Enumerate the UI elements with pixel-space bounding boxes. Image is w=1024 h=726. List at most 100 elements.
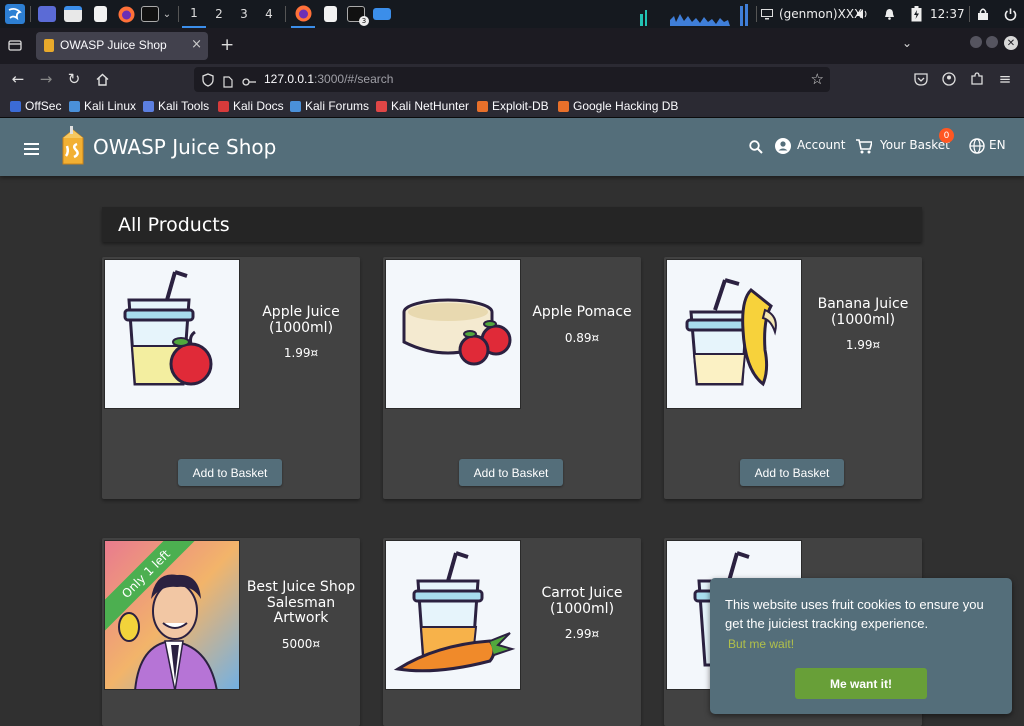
- product-name: Carrot Juice (1000ml): [541, 585, 623, 617]
- terminal-count-badge: 3: [359, 16, 369, 26]
- kali-forums-icon: [290, 100, 301, 112]
- kali-menu-icon[interactable]: [4, 0, 26, 28]
- bookmark-star-icon[interactable]: ☆: [811, 70, 824, 88]
- browser-nav-bar: ← → ↻ 127.0.0.1:3000/#/search ☆ ≡: [0, 64, 1024, 94]
- reload-icon[interactable]: ↻: [63, 64, 85, 94]
- forward-arrow-icon[interactable]: →: [35, 64, 57, 94]
- hamburger-menu-icon[interactable]: [24, 140, 39, 159]
- app-title[interactable]: OWASP Juice Shop: [93, 135, 276, 159]
- document-window-icon[interactable]: [319, 0, 341, 28]
- product-card[interactable]: Apple Pomace 0.89¤ Add to Basket: [383, 257, 641, 499]
- product-card[interactable]: Banana Juice (1000ml) 1.99¤ Add to Baske…: [664, 257, 922, 499]
- account-circle-icon[interactable]: [938, 64, 960, 94]
- search-icon[interactable]: [749, 139, 763, 158]
- add-to-basket-button[interactable]: Add to Basket: [178, 459, 282, 486]
- list-all-tabs-icon[interactable]: ⌄: [902, 36, 912, 50]
- back-arrow-icon[interactable]: ←: [7, 64, 29, 94]
- kali-nethunter-icon: [376, 100, 387, 112]
- url-bar[interactable]: 127.0.0.1:3000/#/search ☆: [194, 67, 830, 92]
- home-icon[interactable]: [91, 64, 113, 94]
- language-globe-icon[interactable]: [969, 138, 985, 158]
- url-text[interactable]: 127.0.0.1:3000/#/search: [264, 72, 393, 86]
- product-image-banana-juice[interactable]: [666, 259, 802, 409]
- bookmark-kali-linux[interactable]: Kali Linux: [69, 98, 136, 114]
- workspace-2[interactable]: 2: [207, 0, 231, 28]
- product-image-carrot-juice[interactable]: [385, 540, 521, 690]
- desktop-icon[interactable]: [36, 0, 58, 28]
- product-card[interactable]: Only 1 left Best Juice Shop Salesman Art…: [102, 538, 360, 726]
- text-editor-icon[interactable]: [89, 0, 111, 28]
- basket-button[interactable]: Your Basket: [880, 138, 950, 152]
- workspace-4[interactable]: 4: [257, 0, 281, 28]
- bookmark-kali-tools[interactable]: Kali Tools: [143, 98, 209, 114]
- menu-icon[interactable]: ≡: [994, 64, 1016, 94]
- add-to-basket-button[interactable]: Add to Basket: [459, 459, 563, 486]
- cookie-accept-button[interactable]: Me want it!: [795, 668, 927, 699]
- bookmark-label: OffSec: [25, 99, 62, 113]
- bookmark-offsec[interactable]: OffSec: [10, 98, 61, 114]
- cookie-consent-banner: This website uses fruit cookies to ensur…: [710, 578, 1012, 714]
- section-header: All Products: [102, 207, 922, 242]
- firefox-icon[interactable]: [115, 0, 137, 28]
- workspace-1[interactable]: 1: [182, 0, 206, 28]
- tab-title: OWASP Juice Shop: [60, 38, 167, 52]
- account-button[interactable]: Account: [797, 138, 845, 152]
- product-image-apple-juice[interactable]: [104, 259, 240, 409]
- page-icon[interactable]: [223, 73, 233, 92]
- product-price: 1.99¤: [845, 338, 881, 352]
- product-image-apple-pomace[interactable]: [385, 259, 521, 409]
- cookie-dismiss-link[interactable]: But me wait!: [728, 637, 794, 651]
- new-tab-button[interactable]: +: [220, 35, 234, 55]
- add-to-basket-button[interactable]: Add to Basket: [740, 459, 844, 486]
- google-hacking-db-icon: [558, 100, 569, 112]
- bookmark-kali-forums[interactable]: Kali Forums: [290, 98, 369, 114]
- bookmark-google-hacking-db[interactable]: Google Hacking DB: [558, 98, 678, 114]
- language-button[interactable]: EN: [989, 138, 1006, 152]
- lock-icon[interactable]: [976, 0, 990, 28]
- product-image-salesman-artwork[interactable]: Only 1 left: [104, 540, 240, 690]
- juice-shop-logo-icon[interactable]: [55, 126, 91, 172]
- close-window-button[interactable]: ✕: [1004, 36, 1018, 50]
- kali-linux-icon: [69, 100, 80, 112]
- file-manager-icon[interactable]: [62, 0, 84, 28]
- url-path: :3000/#/search: [314, 72, 394, 86]
- minimize-button[interactable]: [970, 36, 982, 48]
- product-name: Apple Juice (1000ml): [262, 304, 340, 336]
- tab-overview-icon[interactable]: [8, 37, 22, 56]
- bookmark-kali-nethunter[interactable]: Kali NetHunter: [376, 98, 469, 114]
- tab-close-icon[interactable]: ×: [191, 37, 202, 52]
- chevron-down-icon[interactable]: ⌄: [160, 0, 174, 28]
- page-title: All Products: [118, 214, 230, 236]
- product-name: Banana Juice (1000ml): [817, 296, 909, 328]
- os-taskbar: ⌄ 1 2 3 4 3 (genmon)XXX 12:37: [0, 0, 1024, 28]
- product-info: Best Juice Shop Salesman Artwork 5000¤: [242, 579, 360, 650]
- pocket-icon[interactable]: [910, 64, 932, 94]
- firefox-window-icon[interactable]: [291, 0, 315, 28]
- shield-icon[interactable]: [202, 72, 214, 91]
- terminal-icon[interactable]: [139, 0, 161, 28]
- key-icon: [242, 73, 257, 92]
- kali-tools-icon: [143, 100, 154, 112]
- cpu-graph-icon: [640, 4, 748, 26]
- workspace-3[interactable]: 3: [232, 0, 256, 28]
- notification-bell-icon[interactable]: [882, 0, 896, 28]
- bookmark-label: Kali NetHunter: [391, 99, 470, 113]
- power-icon[interactable]: [1002, 0, 1018, 28]
- extensions-icon[interactable]: [966, 64, 988, 94]
- maximize-button[interactable]: [986, 36, 998, 48]
- product-price: 0.89¤: [564, 330, 600, 345]
- terminal-window-icon[interactable]: 3: [345, 0, 369, 28]
- volume-icon[interactable]: [855, 0, 869, 28]
- tab-owasp-juice-shop[interactable]: OWASP Juice Shop ×: [36, 32, 208, 60]
- shopping-cart-icon[interactable]: [856, 139, 874, 158]
- bookmark-kali-docs[interactable]: Kali Docs: [218, 98, 284, 114]
- folder-window-icon[interactable]: [371, 0, 393, 28]
- bookmark-exploit-db[interactable]: Exploit-DB: [477, 98, 549, 114]
- product-card[interactable]: Apple Juice (1000ml) 1.99¤ Add to Basket: [102, 257, 360, 499]
- product-card[interactable]: Carrot Juice (1000ml) 2.99¤: [383, 538, 641, 726]
- product-name: Best Juice Shop Salesman Artwork: [246, 579, 356, 626]
- monitor-icon: [760, 0, 774, 28]
- product-price: 2.99¤: [564, 627, 600, 641]
- basket-count-badge: 0: [939, 128, 954, 143]
- account-icon[interactable]: [775, 138, 791, 158]
